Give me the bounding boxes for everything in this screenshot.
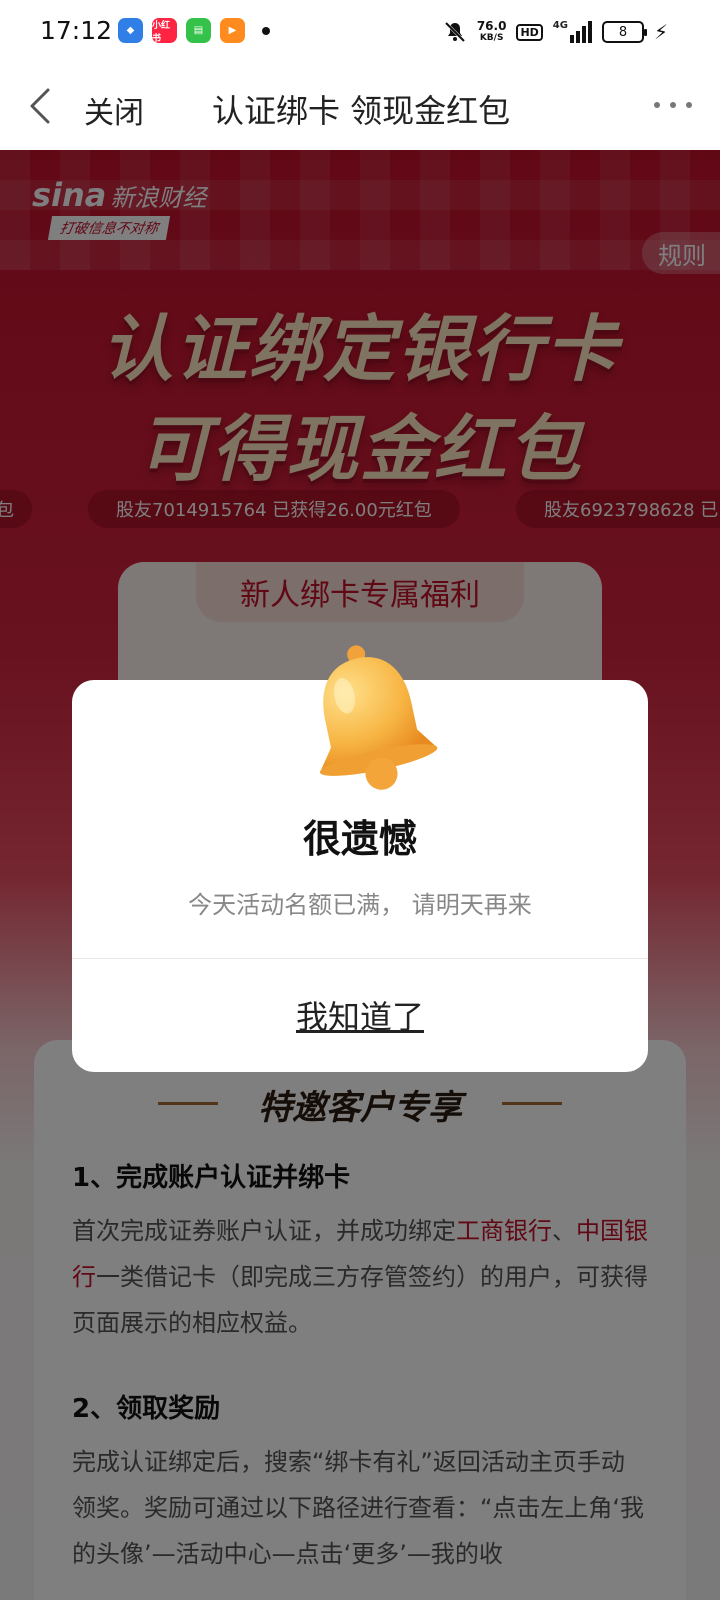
- status-app-icons: ◆ 小红书 ▤ ▶: [118, 18, 270, 44]
- signal-icon: 4G: [553, 21, 592, 43]
- close-button[interactable]: 关闭: [84, 88, 144, 132]
- back-arrow-icon[interactable]: [26, 84, 56, 128]
- network-type: 4G: [552, 20, 568, 31]
- alert-dialog: 很遗憾 今天活动名额已满， 请明天再来 我知道了: [72, 645, 648, 1072]
- bell-icon: [319, 645, 438, 790]
- chat-app-icon: ▤: [186, 18, 211, 43]
- charging-icon: ⚡: [653, 20, 668, 44]
- status-bar: 17:12 ◆ 小红书 ▤ ▶ 76.0 KB/S HD 4G 8 ⚡: [0, 0, 720, 64]
- notification-dot: [262, 26, 270, 35]
- nav-bar: 关闭 认证绑卡 领现金红包: [0, 64, 720, 150]
- video-app-icon: ▶: [220, 18, 245, 43]
- page-title: 认证绑卡 领现金红包: [212, 92, 511, 130]
- mute-bell-icon: [444, 21, 465, 43]
- dialog-message: 今天活动名额已满， 请明天再来: [188, 891, 532, 919]
- battery-icon: 8: [601, 21, 647, 43]
- got-it-button[interactable]: 我知道了: [72, 958, 648, 1072]
- status-right: 76.0 KB/S HD 4G 8 ⚡: [443, 16, 668, 48]
- net-speed-value: 76.0: [476, 19, 507, 33]
- status-time: 17:12: [40, 16, 113, 45]
- battery-level: 8: [618, 24, 628, 40]
- app-icon-1: ◆: [118, 18, 143, 43]
- more-menu-icon[interactable]: [654, 102, 692, 108]
- xiaohongshu-icon: 小红书: [152, 18, 177, 44]
- net-speed-unit: KB/S: [479, 33, 504, 43]
- hd-badge: HD: [516, 23, 543, 41]
- dialog-title: 很遗憾: [302, 817, 417, 861]
- net-speed: 76.0 KB/S: [477, 20, 507, 44]
